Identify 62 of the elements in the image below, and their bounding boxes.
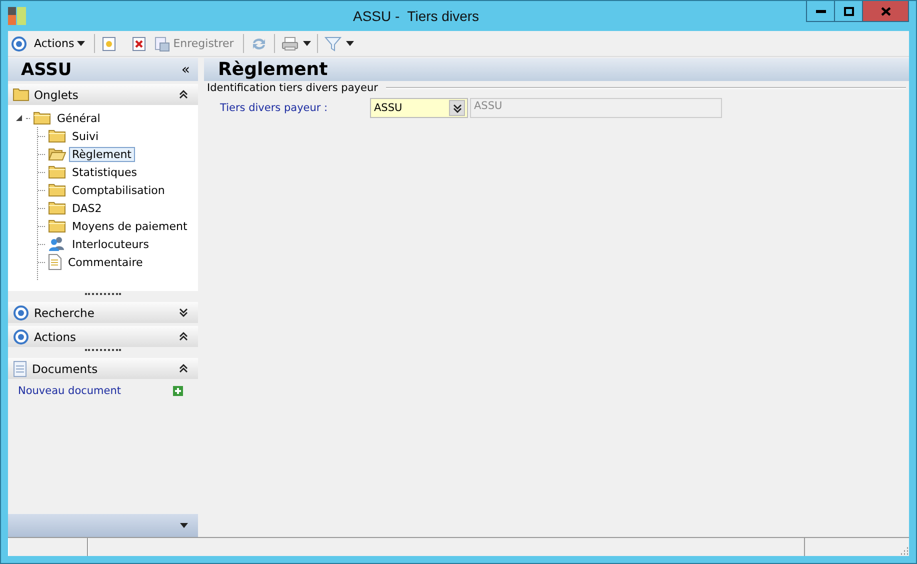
section-title: Actions — [34, 330, 78, 344]
collapse-icon[interactable] — [179, 364, 188, 373]
folder-icon — [33, 111, 51, 125]
folder-icon — [48, 129, 66, 143]
target-icon — [13, 304, 29, 320]
section-header[interactable]: Documents — [8, 358, 198, 379]
tree-item[interactable]: Moyens de paiement — [69, 218, 190, 234]
expand-icon[interactable] — [179, 308, 188, 317]
section-title: Documents — [32, 362, 99, 376]
tree-item[interactable]: DAS2 — [69, 200, 105, 216]
window-title: ASSU - Tiers divers — [352, 8, 480, 24]
folder-icon — [48, 165, 66, 179]
tree-item[interactable]: Comptabilisation — [69, 182, 168, 198]
new-document-link[interactable]: Nouveau document — [18, 385, 122, 397]
folder-icon — [48, 219, 66, 233]
close-icon — [880, 6, 890, 16]
group-title: Identification tiers divers payeur — [207, 82, 378, 94]
resize-grip-icon[interactable] — [899, 546, 909, 556]
target-icon — [11, 36, 27, 52]
people-icon — [48, 236, 66, 252]
collapse-icon[interactable] — [179, 90, 188, 99]
app-logo-icon — [8, 7, 26, 25]
folder-icon — [13, 88, 29, 101]
section-header[interactable]: Recherche — [8, 302, 198, 323]
expanded-arrow-icon[interactable] — [16, 114, 23, 122]
caret-icon — [302, 41, 311, 46]
section-header[interactable]: Actions — [8, 326, 198, 347]
minimize-icon — [816, 10, 826, 12]
tree-item[interactable]: Général — [54, 110, 104, 126]
combo-field[interactable]: ASSU — [370, 98, 468, 118]
tree-item[interactable]: Statistiques — [69, 164, 140, 180]
caret-icon — [180, 523, 188, 528]
add-icon[interactable] — [173, 386, 183, 396]
document-icon — [48, 254, 62, 270]
delete-icon[interactable] — [131, 36, 148, 52]
actions-menu-button[interactable]: Actions — [31, 35, 88, 52]
collapse-button[interactable]: « — [181, 62, 190, 78]
tree-item[interactable]: Suivi — [69, 128, 102, 144]
page-title: Règlement — [218, 59, 328, 80]
folder-icon — [48, 147, 66, 161]
close-button[interactable] — [863, 1, 908, 21]
caret-icon — [77, 41, 86, 46]
target-icon — [13, 328, 29, 344]
section-header[interactable]: Onglets — [8, 84, 198, 105]
section-title: Onglets — [34, 88, 80, 102]
tree-item[interactable]: Règlement — [69, 146, 134, 162]
section-title: Recherche — [34, 306, 96, 320]
tree-item[interactable]: Interlocuteurs — [69, 236, 152, 252]
field-label: Tiers divers payeur : — [220, 102, 329, 114]
folder-icon — [48, 183, 66, 197]
caret-icon — [346, 41, 354, 46]
sidebar-title: ASSU — [21, 60, 72, 80]
description-field: ASSU — [470, 98, 722, 118]
document-icon — [13, 360, 27, 376]
save-icon — [154, 36, 170, 52]
folder-icon — [48, 201, 66, 215]
printer-icon[interactable] — [280, 36, 299, 52]
new-document-icon[interactable] — [101, 36, 118, 52]
tree-item[interactable]: Commentaire — [65, 254, 146, 270]
maximize-icon — [844, 6, 854, 16]
collapse-icon[interactable] — [179, 332, 188, 341]
dropdown-icon[interactable] — [452, 104, 462, 112]
